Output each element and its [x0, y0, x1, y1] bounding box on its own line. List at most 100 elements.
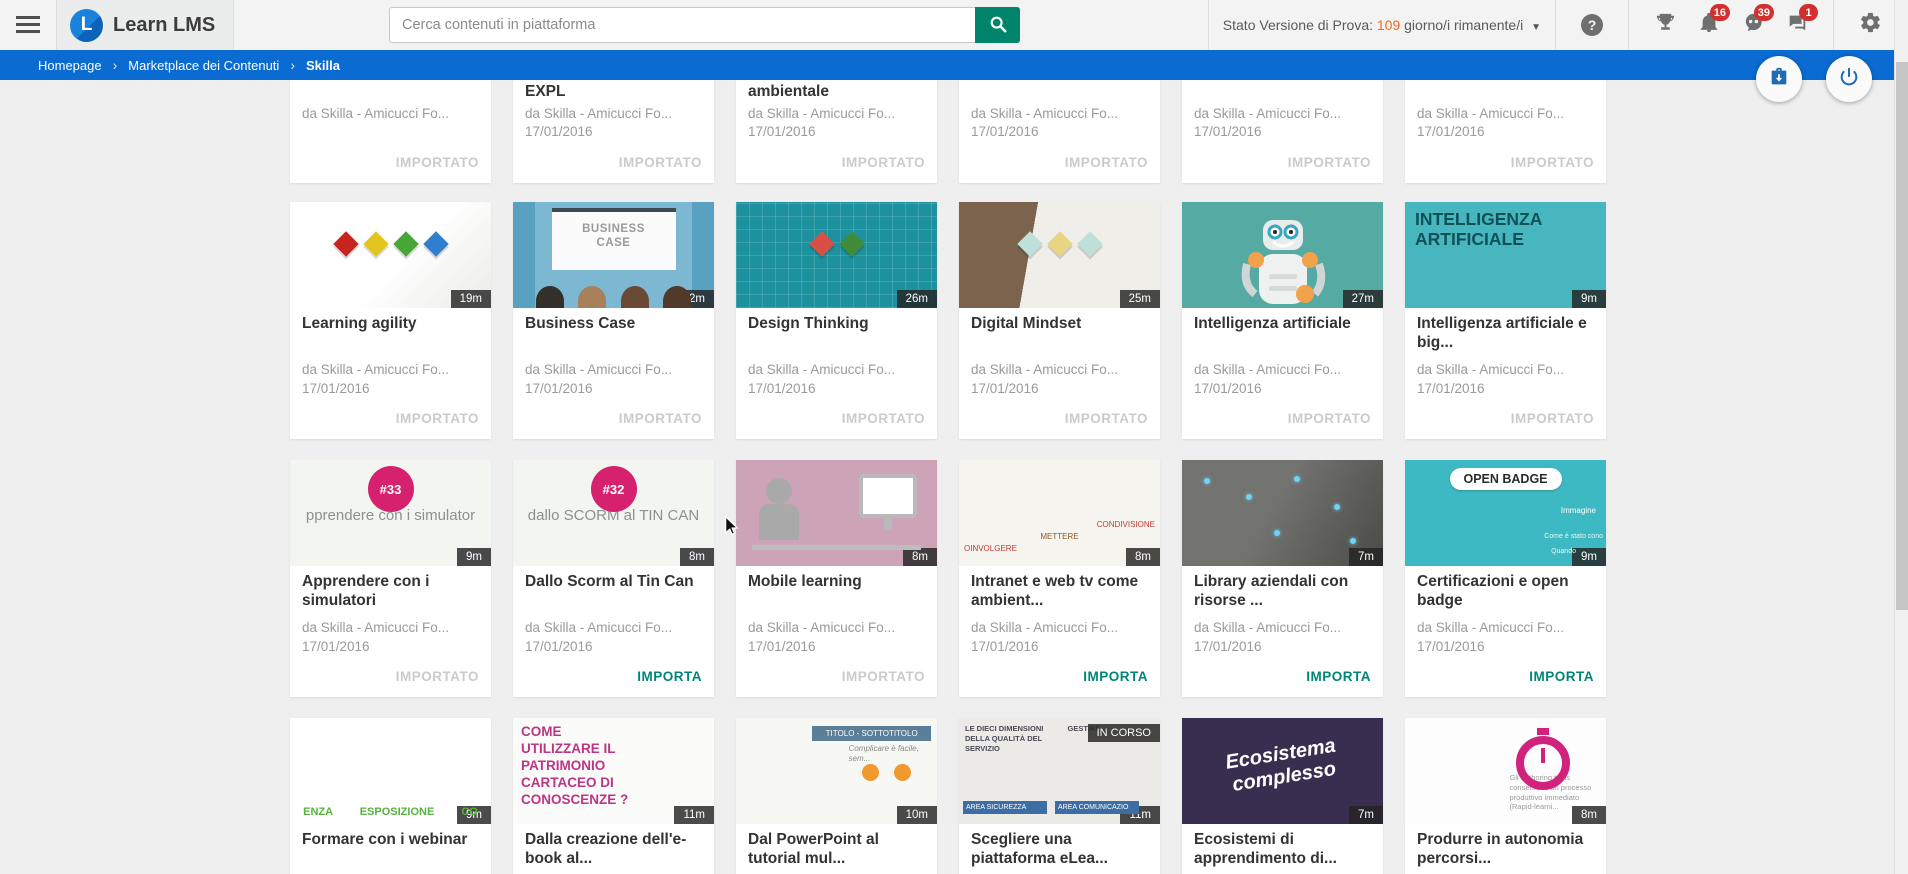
- hamburger-menu-icon[interactable]: [16, 16, 40, 34]
- divider: [1208, 0, 1209, 50]
- import-action[interactable]: IMPORTATO: [396, 411, 479, 426]
- duration-badge: 8m: [680, 548, 714, 566]
- chevron-right-icon: ›: [290, 57, 295, 73]
- import-action[interactable]: IMPORTATO: [842, 411, 925, 426]
- monitor-illustration: [859, 474, 917, 518]
- assistant-count-badge: 39: [1754, 4, 1774, 21]
- course-thumbnail[interactable]: 9m OPEN BADGEImmagineCome è stato conoQu…: [1405, 460, 1606, 566]
- gamification-button[interactable]: [1648, 0, 1682, 50]
- content-card[interactable]: 32m BUSINESS CASE Business Case da Skill…: [513, 202, 714, 439]
- course-thumbnail[interactable]: 25m: [959, 202, 1160, 308]
- import-action[interactable]: IMPORTATO: [1288, 411, 1371, 426]
- search-button[interactable]: [975, 7, 1020, 43]
- scrollbar-thumb[interactable]: [1896, 62, 1908, 610]
- thumbnail-art: [423, 232, 448, 257]
- messages-button[interactable]: 1: [1780, 0, 1814, 50]
- import-action[interactable]: IMPORTA: [637, 669, 702, 684]
- card-title: EXPL: [525, 82, 702, 101]
- thumbnail-text: TITOLO - SOTTOTITOLO: [812, 726, 931, 741]
- gear-icon: [1859, 11, 1882, 39]
- content-card[interactable]: 27m Intelligenza artificiale da Skilla -…: [1182, 202, 1383, 439]
- course-thumbnail[interactable]: 9m INTELLIGENZA ARTIFICIALE: [1405, 202, 1606, 308]
- course-thumbnail[interactable]: 32m BUSINESS CASE: [513, 202, 714, 308]
- content-card[interactable]: 9m OPEN BADGEImmagineCome è stato conoQu…: [1405, 460, 1606, 697]
- content-card[interactable]: 10m TITOLO - SOTTOTITOLOComplicare è fac…: [736, 718, 937, 874]
- import-action[interactable]: IMPORTATO: [1511, 411, 1594, 426]
- card-title: Design Thinking: [748, 314, 925, 333]
- course-thumbnail[interactable]: 27m: [1182, 202, 1383, 308]
- content-card[interactable]: 9m INTELLIGENZA ARTIFICIALE Intelligenza…: [1405, 202, 1606, 439]
- card-title: Intranet e web tv come ambient...: [971, 572, 1148, 610]
- import-action[interactable]: IMPORTATO: [619, 155, 702, 170]
- import-action[interactable]: IMPORTA: [1529, 669, 1594, 684]
- import-action[interactable]: IMPORTATO: [1065, 155, 1148, 170]
- trial-status[interactable]: Stato Versione di Prova: 109 giorno/i ri…: [1223, 17, 1541, 33]
- thumbnail-art: [621, 286, 649, 308]
- content-card[interactable]: 9m ENZA ESPOSIZIONE CO Formare con i web…: [290, 718, 491, 874]
- breadcrumb-marketplace[interactable]: Marketplace dei Contenuti: [128, 58, 279, 73]
- course-thumbnail[interactable]: 11m COME UTILIZZARE IL PATRIMONIO CARTAC…: [513, 718, 714, 824]
- notifications-button[interactable]: 16: [1692, 0, 1726, 50]
- course-thumbnail[interactable]: 8m dallo SCORM al TIN CAN#32: [513, 460, 714, 566]
- card-date: 17/01/2016: [525, 639, 702, 654]
- import-action[interactable]: IMPORTATO: [1065, 411, 1148, 426]
- course-thumbnail[interactable]: 10m TITOLO - SOTTOTITOLOComplicare è fac…: [736, 718, 937, 824]
- trial-prefix: Stato Versione di Prova:: [1223, 17, 1373, 33]
- card-provider: da Skilla - Amicucci Fo...: [1194, 620, 1371, 635]
- import-action[interactable]: IMPORTA: [1083, 669, 1148, 684]
- import-action[interactable]: IMPORTATO: [1288, 155, 1371, 170]
- thumbnail-art: [1047, 232, 1072, 257]
- content-card[interactable]: 8m Gli authoring tools consentono un pro…: [1405, 718, 1606, 874]
- course-thumbnail[interactable]: 8m OINVOLGERECONDIVISIONEMETTERE: [959, 460, 1160, 566]
- course-thumbnail[interactable]: 19m: [290, 202, 491, 308]
- breadcrumb-homepage[interactable]: Homepage: [38, 58, 102, 73]
- content-card[interactable]: 26m Design Thinking da Skilla - Amicucci…: [736, 202, 937, 439]
- content-card[interactable]: 8m dallo SCORM al TIN CAN#32 Dallo Scorm…: [513, 460, 714, 697]
- content-card[interactable]: 25m Digital Mindset da Skilla - Amicucci…: [959, 202, 1160, 439]
- content-card[interactable]: 19m Learning agility da Skilla - Amicucc…: [290, 202, 491, 439]
- robot-illustration: [1233, 216, 1333, 308]
- course-thumbnail[interactable]: 8m Gli authoring tools consentono un pro…: [1405, 718, 1606, 824]
- import-action[interactable]: IMPORTATO: [842, 669, 925, 684]
- notification-count-badge: 16: [1710, 4, 1730, 21]
- content-card[interactable]: 7m Library aziendali con risorse ... da …: [1182, 460, 1383, 697]
- content-card[interactable]: 8m Mobile learning da Skilla - Amicucci …: [736, 460, 937, 697]
- import-action[interactable]: IMPORTATO: [842, 155, 925, 170]
- card-date: 17/01/2016: [302, 381, 479, 396]
- thumbnail-text: OINVOLGERE: [964, 544, 1017, 554]
- course-thumbnail[interactable]: 11m LE DIECI DIMENSIONI DELLA QUALITÀ DE…: [959, 718, 1160, 824]
- card-provider: da Skilla - Amicucci Fo...: [302, 362, 479, 377]
- content-card[interactable]: 11m LE DIECI DIMENSIONI DELLA QUALITÀ DE…: [959, 718, 1160, 874]
- thumbnail-art: [333, 232, 358, 257]
- import-action[interactable]: IMPORTATO: [396, 669, 479, 684]
- duration-badge: 8m: [903, 548, 937, 566]
- scrollbar-track[interactable]: [1894, 0, 1908, 874]
- content-card[interactable]: 11m COME UTILIZZARE IL PATRIMONIO CARTAC…: [513, 718, 714, 874]
- course-thumbnail[interactable]: 26m: [736, 202, 937, 308]
- settings-button[interactable]: [1853, 0, 1887, 50]
- course-thumbnail[interactable]: 7m Ecosistema complesso: [1182, 718, 1383, 824]
- import-action[interactable]: IMPORTA: [1306, 669, 1371, 684]
- content-card[interactable]: 8m OINVOLGERECONDIVISIONEMETTERE Intrane…: [959, 460, 1160, 697]
- import-action[interactable]: IMPORTATO: [619, 411, 702, 426]
- card-title: Digital Mindset: [971, 314, 1148, 333]
- thumbnail-text: Come è stato cono: [1544, 532, 1603, 541]
- import-action[interactable]: IMPORTATO: [396, 155, 479, 170]
- content-card[interactable]: 9m pprendere con i simulator#33 Apprende…: [290, 460, 491, 697]
- logout-fab[interactable]: [1826, 56, 1872, 102]
- card-provider: da Skilla - Amicucci Fo...: [525, 620, 702, 635]
- course-thumbnail[interactable]: 7m: [1182, 460, 1383, 566]
- course-thumbnail[interactable]: 8m: [736, 460, 937, 566]
- course-thumbnail[interactable]: 9m pprendere con i simulator#33: [290, 460, 491, 566]
- import-content-fab[interactable]: [1756, 56, 1802, 102]
- power-icon: [1838, 66, 1860, 93]
- assistant-button[interactable]: 39: [1736, 0, 1770, 50]
- duration-badge: 9m: [1572, 548, 1606, 566]
- course-thumbnail[interactable]: 9m ENZA ESPOSIZIONE CO: [290, 718, 491, 824]
- content-card[interactable]: 7m Ecosistema complesso Ecosistemi di ap…: [1182, 718, 1383, 874]
- thumbnail-art: [363, 232, 388, 257]
- help-button[interactable]: ?: [1575, 0, 1609, 50]
- search-input[interactable]: [389, 7, 975, 43]
- import-action[interactable]: IMPORTATO: [1511, 155, 1594, 170]
- app-logo[interactable]: L Learn LMS: [56, 0, 234, 50]
